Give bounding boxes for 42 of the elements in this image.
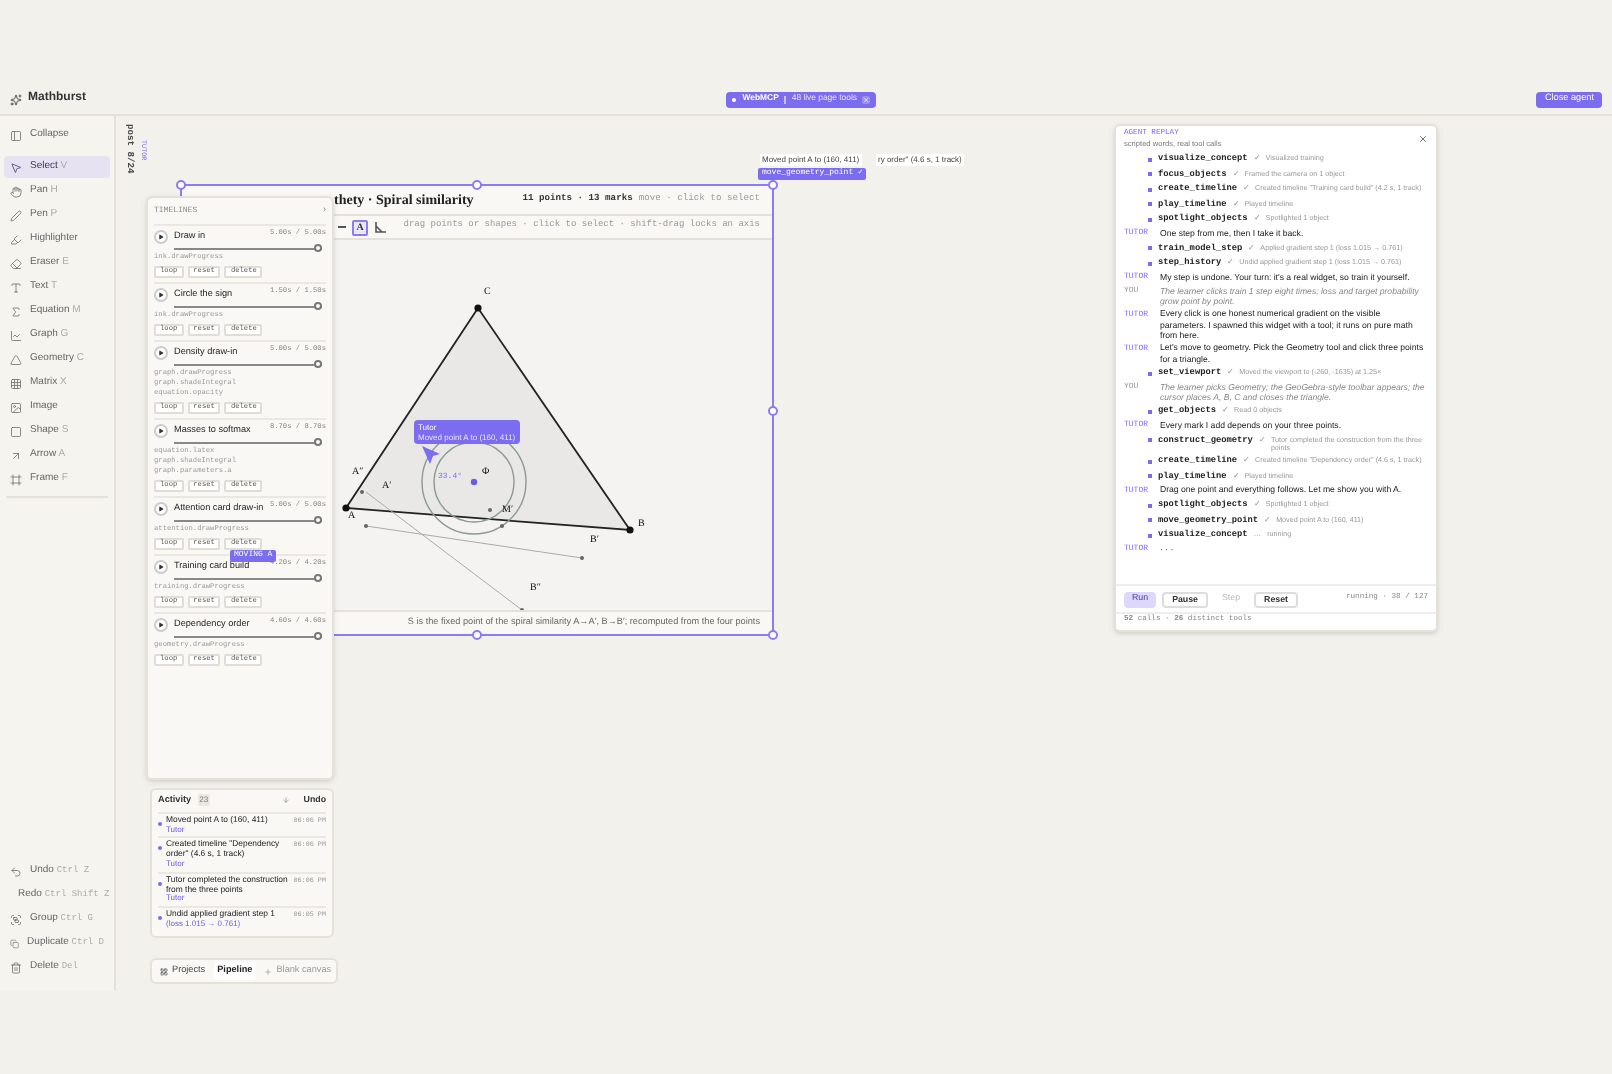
tool-icon: [10, 377, 22, 389]
resize-handle[interactable]: [176, 180, 186, 190]
tool-icon: [10, 401, 22, 413]
tool-icon: [10, 129, 22, 141]
tool-icon: [10, 425, 22, 437]
play-button[interactable]: [154, 229, 168, 243]
tool-icon: [10, 353, 22, 365]
action-icon: [10, 961, 22, 973]
play-button[interactable]: [154, 501, 168, 515]
tool-icon: [10, 329, 22, 341]
center-point[interactable]: [470, 478, 478, 486]
play-button[interactable]: [154, 287, 168, 301]
tool-icon: [10, 209, 22, 221]
vertex-point[interactable]: [474, 304, 482, 312]
resize-handle[interactable]: [768, 630, 778, 640]
logo-icon: [10, 93, 22, 105]
play-button[interactable]: [154, 345, 168, 359]
resize-handle[interactable]: [472, 180, 482, 190]
action-icon: [10, 913, 22, 925]
tool-icon: [10, 233, 22, 245]
vertex-point[interactable]: [342, 504, 350, 512]
play-button[interactable]: [154, 559, 168, 573]
play-button[interactable]: [154, 617, 168, 631]
vertex-point[interactable]: [626, 526, 634, 534]
action-icon: [10, 865, 22, 877]
triangle[interactable]: [344, 306, 632, 532]
angle-tool-icon[interactable]: [374, 221, 386, 233]
pointer-icon: [422, 446, 440, 464]
circle: [433, 441, 515, 523]
tool-icon: [10, 305, 22, 317]
tool-icon: [10, 281, 22, 293]
resize-handle[interactable]: [768, 406, 778, 416]
tool-icon: [10, 257, 22, 269]
sort-icon[interactable]: [281, 796, 290, 805]
tool-icon: [10, 185, 22, 197]
tab-icon: [160, 967, 168, 975]
tool-icon: [10, 161, 22, 173]
resize-handle[interactable]: [472, 630, 482, 640]
play-button[interactable]: [154, 423, 168, 437]
tool-icon: [10, 473, 22, 485]
action-icon: [10, 937, 20, 949]
tool-icon: [10, 449, 22, 461]
